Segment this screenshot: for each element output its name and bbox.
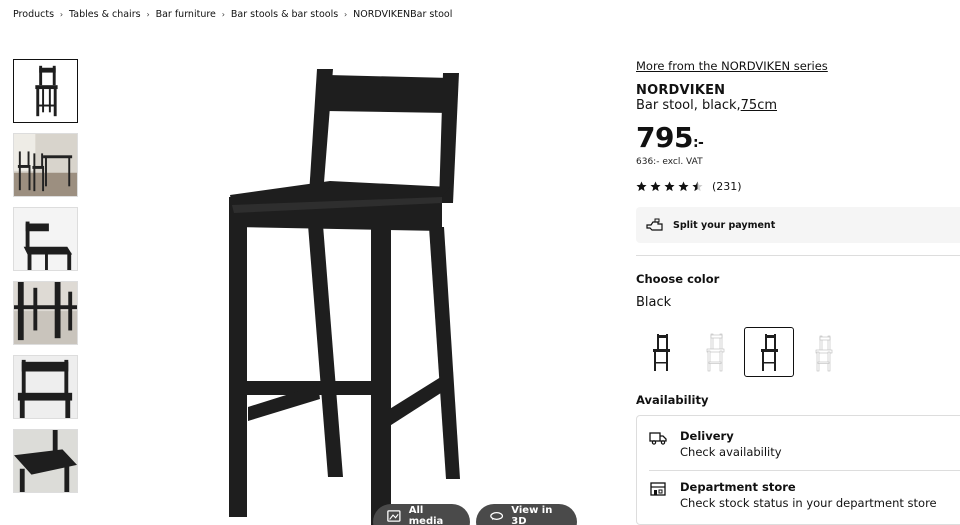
stool-black-icon — [653, 334, 670, 371]
split-payment-label: Split your payment — [673, 219, 776, 231]
thumbnail-detail[interactable] — [13, 281, 78, 345]
breadcrumb: Products › Tables & chairs › Bar furnitu… — [13, 9, 452, 20]
rating-count: (231) — [712, 180, 742, 193]
availability-heading: Availability — [636, 393, 709, 407]
gallery-icon — [387, 510, 401, 522]
rotate-3d-icon — [490, 512, 504, 521]
size-link[interactable]: 75cm — [741, 98, 777, 113]
product-description: Bar stool, black,75cm — [636, 98, 777, 113]
thumbnail-angle[interactable] — [13, 207, 78, 271]
view-3d-label: View in 3D — [511, 505, 553, 525]
divider — [649, 470, 960, 471]
thumbnail-room[interactable] — [13, 133, 78, 197]
truck-icon — [649, 432, 667, 445]
swatch-black-75[interactable] — [636, 327, 686, 377]
thumbnail-list — [13, 59, 78, 503]
price-amount: 795 — [636, 121, 693, 154]
delivery-title: Delivery — [680, 429, 734, 443]
main-product-image[interactable] — [170, 55, 530, 525]
store-icon — [650, 482, 666, 496]
breadcrumb-bar-stools[interactable]: Bar stools & bar stools — [231, 9, 338, 20]
thumbnail-back[interactable] — [13, 355, 78, 419]
split-payment-button[interactable]: Split your payment — [636, 207, 960, 243]
product-type: Bar stool, black, — [636, 98, 741, 113]
chevron-right-icon: › — [344, 10, 348, 19]
delivery-row[interactable]: Delivery Check availability — [649, 429, 782, 459]
selected-color: Black — [636, 295, 672, 310]
stool-black-icon — [761, 334, 778, 371]
half-star-icon — [692, 181, 703, 192]
store-title: Department store — [680, 480, 796, 494]
chevron-right-icon: › — [59, 10, 64, 19]
view-in-3d-button[interactable]: View in 3D — [476, 504, 577, 525]
rating[interactable]: (231) — [636, 180, 742, 193]
breadcrumb-current: NORDVIKENBar stool — [353, 9, 453, 20]
star-icon — [664, 181, 675, 192]
payment-hand-icon — [646, 218, 663, 231]
thumbnail-front[interactable] — [13, 59, 78, 123]
delivery-subtitle: Check availability — [680, 445, 782, 459]
all-media-label: All media — [408, 505, 444, 525]
swatch-white-62[interactable] — [798, 327, 848, 377]
store-row[interactable]: Department store Check stock status in y… — [649, 480, 937, 510]
all-media-button[interactable]: All media — [373, 504, 470, 525]
chevron-right-icon: › — [221, 10, 225, 19]
stool-white-icon — [706, 333, 725, 372]
choose-color-heading: Choose color — [636, 272, 720, 286]
product-name: NORDVIKEN — [636, 83, 726, 98]
breadcrumb-products[interactable]: Products — [13, 9, 54, 20]
swatch-white-75[interactable] — [690, 327, 740, 377]
price: 795:- — [636, 121, 704, 154]
star-icon — [678, 181, 689, 192]
chevron-right-icon: › — [146, 10, 150, 19]
swatch-black-selected[interactable] — [744, 327, 794, 377]
star-icon — [636, 181, 647, 192]
breadcrumb-bar-furniture[interactable]: Bar furniture — [156, 9, 216, 20]
breadcrumb-tables-chairs[interactable]: Tables & chairs — [69, 9, 141, 20]
color-swatches — [636, 327, 848, 377]
star-icon — [650, 181, 661, 192]
divider — [636, 255, 960, 256]
price-suffix: :- — [692, 135, 704, 151]
store-subtitle: Check stock status in your department st… — [680, 496, 937, 510]
thumbnail-seat[interactable] — [13, 429, 78, 493]
bar-stool-image — [229, 69, 460, 525]
availability-box: Delivery Check availability Department s… — [636, 415, 960, 525]
price-excl-vat: 636:- excl. VAT — [636, 157, 703, 167]
series-link[interactable]: More from the NORDVIKEN series — [636, 59, 828, 73]
stool-white-icon — [815, 335, 833, 372]
